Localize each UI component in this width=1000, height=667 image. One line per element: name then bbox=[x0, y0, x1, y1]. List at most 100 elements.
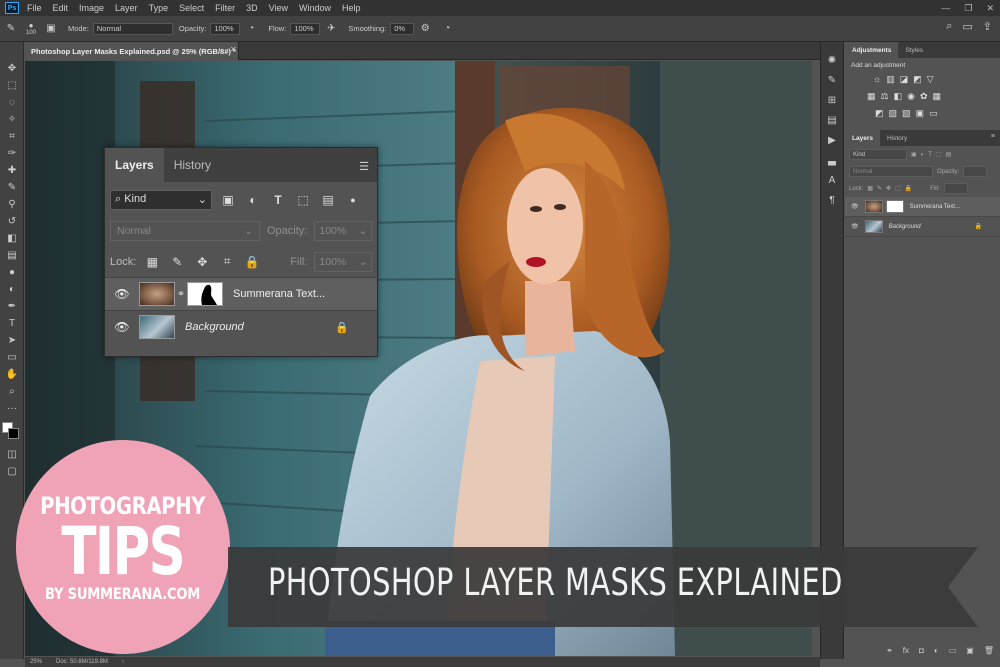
right-blend-select[interactable]: Normal bbox=[849, 166, 933, 177]
link-layers-icon[interactable]: ⚭ bbox=[886, 646, 893, 655]
color-balance-icon[interactable]: ⚖ bbox=[881, 91, 889, 102]
channel-mixer-icon[interactable]: ✿ bbox=[920, 91, 928, 102]
share-icon[interactable]: ⇪ bbox=[983, 20, 992, 33]
right-layer-background[interactable]: 👁 Background 🔒 bbox=[845, 217, 1000, 237]
brush-panel-icon[interactable]: ▣ bbox=[44, 22, 58, 36]
menu-window[interactable]: Window bbox=[299, 3, 331, 13]
gradient-tool-icon[interactable]: ▤ bbox=[0, 247, 24, 264]
right-kind-select[interactable]: Kind bbox=[849, 149, 907, 160]
opacity-input[interactable]: 100% ⌄ bbox=[314, 220, 373, 241]
tab-layers[interactable]: Layers bbox=[105, 148, 164, 182]
zoom-level[interactable]: 25% bbox=[30, 659, 42, 665]
new-layer-icon[interactable]: ▣ bbox=[966, 646, 974, 655]
path-select-tool-icon[interactable]: ➤ bbox=[0, 332, 24, 349]
menu-layer[interactable]: Layer bbox=[115, 3, 138, 13]
layer-summerana-texture[interactable]: 👁 ⚭ Summerana Text... bbox=[105, 277, 377, 310]
menu-select[interactable]: Select bbox=[179, 3, 204, 13]
layer-name[interactable]: Background bbox=[185, 321, 244, 333]
type-tool-icon[interactable]: T bbox=[0, 315, 24, 332]
tab-adjustments[interactable]: Adjustments bbox=[845, 42, 899, 58]
layer-mask-thumbnail[interactable] bbox=[885, 200, 904, 213]
crop-tool-icon[interactable]: ⌗ bbox=[0, 128, 24, 145]
lock-artboard-icon[interactable]: ⬚ bbox=[895, 185, 901, 192]
histogram-icon[interactable]: ▃ bbox=[821, 150, 843, 170]
filter-smart-icon[interactable]: ▤ bbox=[319, 191, 337, 209]
tab-history[interactable]: History bbox=[164, 148, 221, 182]
lock-transparent-icon[interactable]: ▦ bbox=[867, 185, 873, 192]
filter-pixel-icon[interactable]: ▣ bbox=[911, 151, 917, 158]
tab-history-right[interactable]: History bbox=[880, 130, 914, 146]
close-icon[interactable]: ✕ bbox=[986, 0, 994, 16]
kind-select[interactable]: ⌕ Kind ⌄ bbox=[110, 189, 212, 210]
add-mask-icon[interactable]: ◘ bbox=[919, 646, 924, 655]
layer-background[interactable]: 👁 Background 🔒 bbox=[105, 310, 377, 343]
quick-select-tool-icon[interactable]: ✧ bbox=[0, 111, 24, 128]
character-icon[interactable]: A bbox=[821, 170, 843, 190]
menu-edit[interactable]: Edit bbox=[53, 3, 69, 13]
new-adjustment-icon[interactable]: ◐ bbox=[934, 646, 939, 655]
pressure-size-icon[interactable]: ◔ bbox=[440, 22, 454, 36]
filter-type-icon[interactable]: T bbox=[269, 191, 287, 209]
new-group-icon[interactable]: ▭ bbox=[949, 646, 957, 655]
hue-saturation-icon[interactable]: ▦ bbox=[867, 91, 876, 102]
lock-pixels-icon[interactable]: ✎ bbox=[168, 253, 186, 271]
lock-transparent-icon[interactable]: ▦ bbox=[143, 253, 161, 271]
blend-mode-select[interactable]: Normal ⌄ bbox=[110, 220, 260, 241]
menu-filter[interactable]: Filter bbox=[215, 3, 235, 13]
menu-type[interactable]: Type bbox=[149, 3, 169, 13]
hand-tool-icon[interactable]: ✋ bbox=[0, 366, 24, 383]
fill-input[interactable]: 100% ⌄ bbox=[314, 251, 373, 272]
filter-shape-icon[interactable]: ⬚ bbox=[294, 191, 312, 209]
minimize-icon[interactable]: — bbox=[941, 0, 950, 16]
levels-icon[interactable]: ▥ bbox=[886, 74, 895, 85]
menu-file[interactable]: File bbox=[27, 3, 42, 13]
visibility-eye-icon[interactable]: 👁 bbox=[851, 223, 859, 230]
brush-tool-icon[interactable]: ✎ bbox=[4, 22, 18, 36]
lock-all-icon[interactable]: 🔒 bbox=[243, 253, 261, 271]
visibility-eye-icon[interactable]: 👁 bbox=[105, 287, 139, 301]
dodge-tool-icon[interactable]: ◐ bbox=[0, 281, 24, 298]
filter-toggle-icon[interactable]: ● bbox=[344, 191, 362, 209]
posterize-icon[interactable]: ▨ bbox=[889, 108, 898, 119]
screen-mode-icon[interactable]: ▢ bbox=[0, 463, 24, 480]
menu-image[interactable]: Image bbox=[79, 3, 104, 13]
healing-brush-tool-icon[interactable]: ✚ bbox=[0, 162, 24, 179]
filter-shape-icon[interactable]: ⬚ bbox=[936, 151, 942, 158]
color-lookup-icon[interactable]: ▦ bbox=[933, 91, 942, 102]
flow-input[interactable]: 100% bbox=[290, 22, 321, 35]
filter-smart-icon[interactable]: ▤ bbox=[946, 151, 952, 158]
libraries-icon[interactable]: ▤ bbox=[821, 110, 843, 130]
gradient-map-icon[interactable]: ▭ bbox=[929, 108, 938, 119]
zoom-tool-icon[interactable]: ⌕ bbox=[0, 383, 24, 400]
right-opacity-input[interactable] bbox=[963, 166, 988, 177]
lock-artboard-icon[interactable]: ⌗ bbox=[218, 253, 236, 271]
more-tools-icon[interactable]: ··· bbox=[0, 400, 24, 417]
menu-3d[interactable]: 3D bbox=[246, 3, 258, 13]
properties-icon[interactable]: ⊞ bbox=[821, 90, 843, 110]
filter-type-icon[interactable]: T bbox=[928, 152, 932, 158]
actions-play-icon[interactable]: ▶ bbox=[821, 130, 843, 150]
brightness-icon[interactable]: ☼ bbox=[873, 74, 881, 85]
filter-adjust-icon[interactable]: ◐ bbox=[921, 152, 925, 158]
clone-stamp-tool-icon[interactable]: ⚲ bbox=[0, 196, 24, 213]
lasso-tool-icon[interactable]: ◌ bbox=[0, 94, 24, 111]
move-tool-icon[interactable]: ✥ bbox=[0, 60, 24, 77]
lock-all-icon[interactable]: 🔒 bbox=[905, 185, 912, 192]
brush-tool-icon[interactable]: ✎ bbox=[0, 179, 24, 196]
tab-styles[interactable]: Styles bbox=[898, 42, 930, 58]
trash-icon[interactable]: 🗑 bbox=[984, 646, 994, 655]
workspace-icon[interactable]: ▭ bbox=[962, 20, 972, 33]
menu-help[interactable]: Help bbox=[342, 3, 361, 13]
document-tab[interactable]: Photoshop Layer Masks Explained.psd @ 25… bbox=[25, 42, 239, 60]
layer-name[interactable]: Summerana Text... bbox=[233, 288, 325, 300]
panel-menu-icon[interactable]: ☰ bbox=[359, 160, 369, 173]
status-arrow-icon[interactable]: › bbox=[122, 659, 124, 665]
tab-layers-right[interactable]: Layers bbox=[845, 130, 880, 146]
smoothing-input[interactable]: 0% bbox=[390, 22, 415, 35]
pressure-opacity-icon[interactable]: ◔ bbox=[244, 22, 258, 36]
layer-mask-thumbnail[interactable] bbox=[187, 282, 223, 306]
history-brush-tool-icon[interactable]: ↺ bbox=[0, 213, 24, 230]
exposure-icon[interactable]: ◩ bbox=[913, 74, 922, 85]
lock-pixels-icon[interactable]: ✎ bbox=[877, 185, 882, 192]
invert-icon[interactable]: ◩ bbox=[875, 108, 884, 119]
